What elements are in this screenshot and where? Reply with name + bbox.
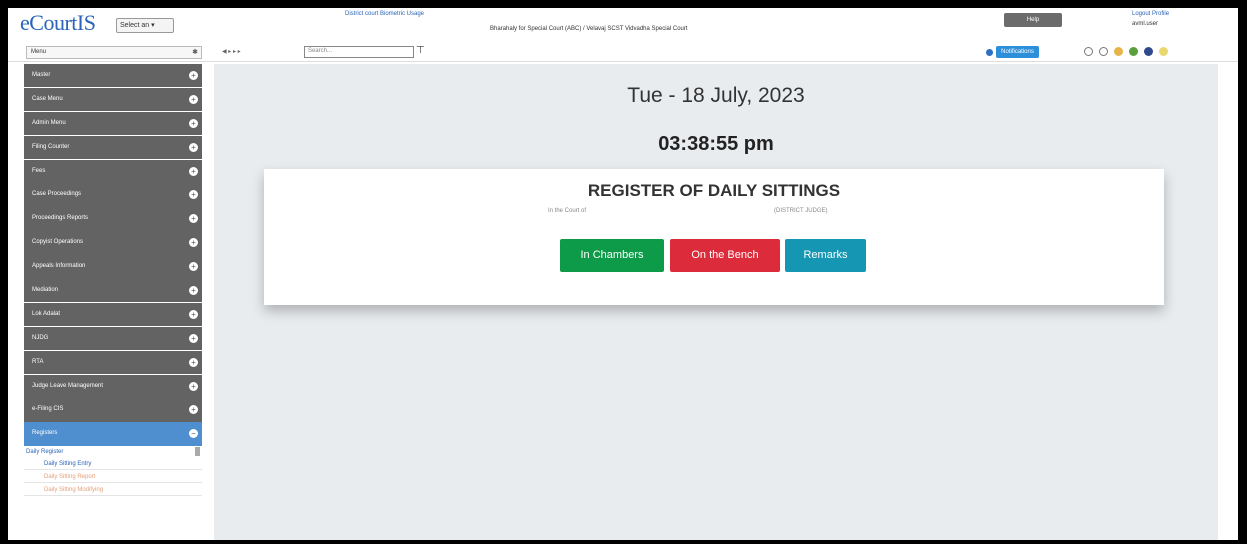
sidebar-item-mediation[interactable]: Mediation +: [24, 279, 202, 303]
status-dot-icon: [986, 49, 993, 56]
toolbar: Menu ✱ ◀ ▸ ▸ ▸ Search... ⊤ Notifications: [8, 42, 1238, 62]
header: eCourtIS Select an ▾ District court Biom…: [8, 8, 1238, 42]
plus-icon: +: [189, 333, 198, 343]
sidebar-item-appeals-information[interactable]: Appeals Information +: [24, 255, 202, 279]
theme-picker: [1084, 47, 1168, 56]
sidebar-item-label: Fees: [32, 167, 46, 174]
sidebar-item-judge-leave-management[interactable]: Judge Leave Management +: [24, 374, 202, 398]
plus-icon: +: [189, 357, 198, 367]
sidebar-item-label: Mediation: [32, 287, 59, 294]
nav-arrows[interactable]: ◀ ▸ ▸ ▸: [222, 48, 241, 55]
theme-dot[interactable]: [1114, 47, 1123, 56]
theme-dot[interactable]: [1159, 47, 1168, 56]
plus-icon: +: [189, 214, 198, 224]
sidebar-item-label: Filing Counter: [32, 143, 70, 150]
plus-icon: +: [189, 286, 198, 296]
submenu-link-daily-sitting-entry[interactable]: Daily Sitting Entry: [24, 457, 202, 471]
submenu-link-daily-sitting-report[interactable]: Daily Sitting Report: [24, 470, 202, 484]
sidebar-item-label: Case Menu: [32, 95, 63, 102]
sidebar-item-fees[interactable]: Fees +: [24, 159, 202, 183]
notifications-badge[interactable]: Notifications: [996, 46, 1039, 58]
sidebar-item-label: Master: [32, 72, 51, 78]
sidebar-item-label: Admin Menu: [32, 119, 66, 126]
sidebar-item-label: Lok Adalat: [32, 310, 61, 317]
logout-link[interactable]: Logout Profile: [1132, 11, 1169, 17]
register-card: REGISTER OF DAILY SITTINGS In the Court …: [264, 169, 1164, 305]
current-time: 03:38:55 pm: [658, 133, 774, 155]
sidebar-item-label: Proceedings Reports: [32, 215, 89, 222]
plus-icon: +: [189, 190, 198, 200]
plus-icon: +: [189, 262, 198, 272]
minus-icon: −: [189, 429, 198, 439]
submenu-heading: Daily Register: [24, 446, 202, 457]
plus-icon: +: [189, 381, 198, 391]
sidebar-item-label: Registers: [32, 430, 58, 437]
theme-dot[interactable]: [1129, 47, 1138, 56]
theme-dot[interactable]: [1099, 47, 1108, 56]
sidebar-item-filing-counter[interactable]: Filing Counter +: [24, 135, 202, 160]
scrollbar[interactable]: [195, 447, 200, 457]
register-title: REGISTER OF DAILY SITTINGS: [587, 181, 841, 200]
sidebar-item-lok-adalat[interactable]: Lok Adalat +: [24, 302, 202, 327]
plus-icon: +: [189, 166, 198, 176]
filter-icon[interactable]: ⊤: [416, 45, 425, 56]
sidebar-item-rta[interactable]: RTA +: [24, 350, 202, 375]
plus-icon: +: [189, 94, 198, 104]
plus-icon: +: [189, 405, 198, 415]
sidebar-item-master[interactable]: Master +: [24, 64, 202, 88]
plus-icon: +: [189, 118, 198, 128]
sidebar-item-copyist-operations[interactable]: Copyist Operations +: [24, 231, 202, 255]
plus-icon: +: [189, 142, 198, 152]
sidebar-item-proceedings-reports[interactable]: Proceedings Reports +: [24, 207, 202, 231]
court-caption: Bharahaly for Special Court (ABC) / Vela…: [490, 26, 688, 32]
establishment-select[interactable]: Select an ▾: [116, 18, 174, 33]
court-label: In the Court of: [548, 208, 587, 214]
sidebar-item-admin-menu[interactable]: Admin Menu +: [24, 111, 202, 136]
sidebar-item-label: Case Proceedings: [32, 191, 82, 198]
sidebar-item-label: Judge Leave Management: [32, 382, 104, 389]
sidebar: Master + Case Menu + Admin Menu + Filing Co…: [24, 64, 202, 540]
sidebar-item-label: Appeals Information: [32, 263, 86, 270]
sidebar-item-label: e-Filing CIS: [32, 406, 64, 413]
theme-dot[interactable]: [1144, 47, 1153, 56]
sidebar-item-njdg[interactable]: NJDG +: [24, 326, 202, 351]
sidebar-item-case-menu[interactable]: Case Menu +: [24, 87, 202, 112]
sidebar-item-label: Copyist Operations: [32, 239, 84, 246]
submenu-heading-label: Daily Register: [26, 449, 64, 456]
app-window: eCourtIS Select an ▾ District court Biom…: [8, 8, 1238, 540]
sidebar-item-label: RTA: [32, 358, 44, 365]
pin-icon[interactable]: ✱: [192, 48, 198, 56]
court-value: (DISTRICT JUDGE): [774, 208, 828, 214]
menu-label: Menu: [31, 49, 47, 55]
sidebar-item-case-proceedings[interactable]: Case Proceedings +: [24, 183, 202, 207]
help-button[interactable]: Help: [1004, 13, 1062, 27]
submenu-link-daily-sitting-modifying[interactable]: Daily Sitting Modifying: [24, 483, 202, 497]
plus-icon: +: [189, 309, 198, 319]
search-input[interactable]: Search...: [304, 46, 414, 58]
theme-dot[interactable]: [1084, 47, 1093, 56]
plus-icon: +: [189, 238, 198, 248]
remarks-button[interactable]: Remarks: [785, 239, 866, 272]
in-chambers-button[interactable]: In Chambers: [560, 239, 664, 272]
sidebar-item-efiling-cis[interactable]: e-Filing CIS +: [24, 398, 202, 422]
sidebar-item-label: NJDG: [32, 334, 49, 341]
menu-header[interactable]: Menu ✱: [26, 46, 202, 59]
user-name: avml.user: [1132, 21, 1159, 27]
on-the-bench-button[interactable]: On the Bench: [670, 239, 780, 272]
app-logo[interactable]: eCourtIS: [20, 10, 96, 36]
biometric-usage-link[interactable]: District court Biometric Usage: [345, 11, 424, 17]
plus-icon: +: [189, 71, 198, 80]
main-content: Tue - 18 July, 2023 03:38:55 pm REGISTER…: [214, 64, 1218, 540]
sidebar-item-registers[interactable]: Registers −: [24, 422, 202, 446]
current-date: Tue - 18 July, 2023: [627, 84, 805, 107]
